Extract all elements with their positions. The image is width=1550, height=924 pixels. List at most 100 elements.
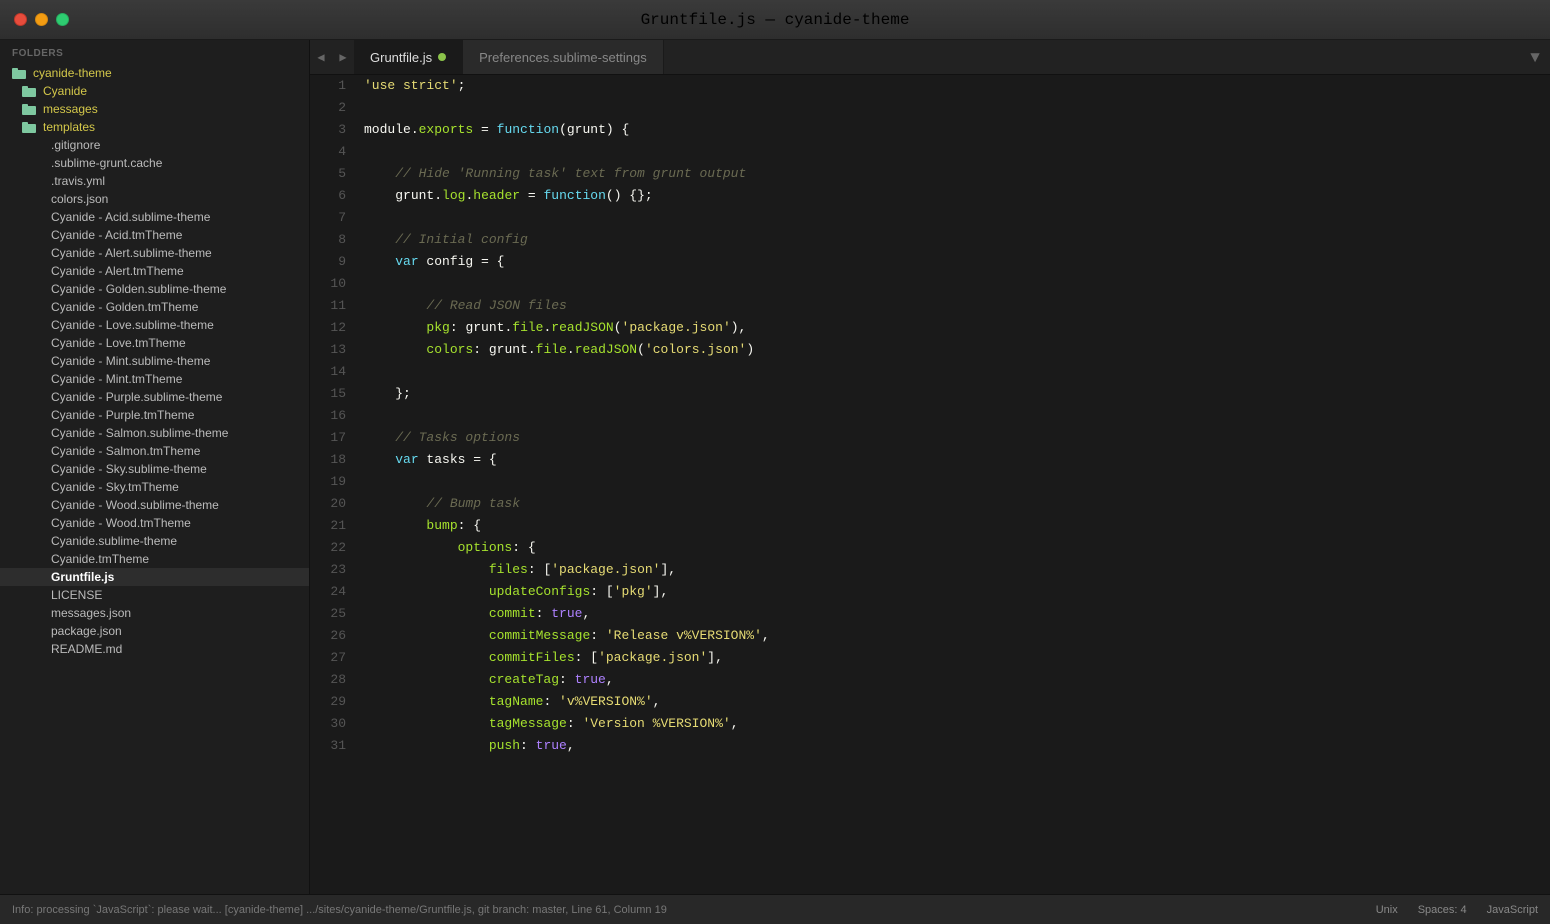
code-editor[interactable]: 1234567891011121314151617181920212223242… [310,75,1550,894]
sidebar-item-messages-json[interactable]: messages.json [0,604,309,622]
statusbar-lang: JavaScript [1487,904,1538,916]
line-number: 22 [314,537,346,559]
tab-gruntfile[interactable]: Gruntfile.js [354,40,463,74]
minimize-button[interactable] [35,13,48,26]
line-number: 11 [314,295,346,317]
line-number: 20 [314,493,346,515]
sidebar-item-Cyanide[interactable]: Cyanide [0,82,309,100]
sidebar-item-cyanide-purple-tm[interactable]: Cyanide - Purple.tmTheme [0,406,309,424]
code-line [360,471,1550,493]
sidebar-item-label: LICENSE [51,588,102,602]
code-line: commitMessage: 'Release v%VERSION%', [360,625,1550,647]
line-number: 31 [314,735,346,757]
line-numbers: 1234567891011121314151617181920212223242… [310,75,360,894]
line-number: 10 [314,273,346,295]
sidebar-item-label: Cyanide - Mint.tmTheme [51,372,182,386]
sidebar-item-label: Cyanide - Sky.sublime-theme [51,462,207,476]
sidebar-item-label: package.json [51,624,122,638]
sidebar-item-readme-md[interactable]: README.md [0,640,309,658]
sidebar-item-cyanide-wood-tm[interactable]: Cyanide - Wood.tmTheme [0,514,309,532]
sidebar-item-cyanide-sky-sublime[interactable]: Cyanide - Sky.sublime-theme [0,460,309,478]
line-number: 17 [314,427,346,449]
sidebar-item-cyanide-golden-tm[interactable]: Cyanide - Golden.tmTheme [0,298,309,316]
maximize-button[interactable] [56,13,69,26]
tab-next-button[interactable]: ▶ [332,40,354,74]
sidebar-item-label: Cyanide - Purple.sublime-theme [51,390,222,404]
sidebar-items: cyanide-theme Cyanide messages templates… [0,64,309,658]
sidebar-item-label: messages.json [51,606,131,620]
code-line: // Read JSON files [360,295,1550,317]
sidebar-item-cyanide-salmon-tm[interactable]: Cyanide - Salmon.tmTheme [0,442,309,460]
sidebar-item-messages[interactable]: messages [0,100,309,118]
sidebar-item-license[interactable]: LICENSE [0,586,309,604]
sidebar-item-package-json[interactable]: package.json [0,622,309,640]
sidebar-item-cyanide-acid-sublime[interactable]: Cyanide - Acid.sublime-theme [0,208,309,226]
sidebar-item-cyanide-salmon-sublime[interactable]: Cyanide - Salmon.sublime-theme [0,424,309,442]
sidebar-item-sublime-grunt-cache[interactable]: .sublime-grunt.cache [0,154,309,172]
code-line: var tasks = { [360,449,1550,471]
sidebar-item-gitignore[interactable]: .gitignore [0,136,309,154]
line-number: 6 [314,185,346,207]
code-line [360,273,1550,295]
code-line [360,405,1550,427]
code-line: push: true, [360,735,1550,757]
sidebar-item-travis-yml[interactable]: .travis.yml [0,172,309,190]
sidebar-item-label: Cyanide - Acid.tmTheme [51,228,182,242]
tab-prev-button[interactable]: ◀ [310,40,332,74]
sidebar-item-colors-json[interactable]: colors.json [0,190,309,208]
sidebar-item-label: Cyanide - Golden.tmTheme [51,300,198,314]
sidebar-item-cyanide-sky-tm[interactable]: Cyanide - Sky.tmTheme [0,478,309,496]
window-controls [14,13,69,26]
line-number: 19 [314,471,346,493]
tabbar: ◀ ▶ Gruntfile.js Preferences.sublime-set… [310,40,1550,75]
sidebar: FOLDERS cyanide-theme Cyanide messages t… [0,40,310,894]
sidebar-item-cyanide-love-sublime[interactable]: Cyanide - Love.sublime-theme [0,316,309,334]
sidebar-item-cyanide-sublime[interactable]: Cyanide.sublime-theme [0,532,309,550]
tab-preferences[interactable]: Preferences.sublime-settings [463,40,664,74]
sidebar-item-cyanide-purple-sublime[interactable]: Cyanide - Purple.sublime-theme [0,388,309,406]
code-line: grunt.log.header = function() {}; [360,185,1550,207]
folder-icon [22,102,38,116]
code-line: // Tasks options [360,427,1550,449]
sidebar-item-label: Cyanide - Alert.tmTheme [51,264,184,278]
code-line: module.exports = function(grunt) { [360,119,1550,141]
sidebar-item-cyanide-theme[interactable]: cyanide-theme [0,64,309,82]
sidebar-item-cyanide-mint-sublime[interactable]: Cyanide - Mint.sublime-theme [0,352,309,370]
sidebar-item-label: .gitignore [51,138,100,152]
sidebar-item-label: Cyanide [43,84,87,98]
sidebar-item-gruntfile-js[interactable]: Gruntfile.js [0,568,309,586]
tab-preferences-label: Preferences.sublime-settings [479,50,647,65]
sidebar-item-label: Cyanide - Sky.tmTheme [51,480,179,494]
line-number: 14 [314,361,346,383]
sidebar-item-templates[interactable]: templates [0,118,309,136]
sidebar-item-label: Cyanide - Mint.sublime-theme [51,354,210,368]
line-number: 3 [314,119,346,141]
code-line: files: ['package.json'], [360,559,1550,581]
sidebar-item-cyanide-acid-tm[interactable]: Cyanide - Acid.tmTheme [0,226,309,244]
code-content[interactable]: 'use strict'; module.exports = function(g… [360,75,1550,894]
sidebar-item-cyanide-love-tm[interactable]: Cyanide - Love.tmTheme [0,334,309,352]
code-line: }; [360,383,1550,405]
sidebar-item-label: .sublime-grunt.cache [51,156,162,170]
statusbar-unix: Unix [1376,904,1398,916]
line-number: 1 [314,75,346,97]
close-button[interactable] [14,13,27,26]
sidebar-item-cyanide-tm[interactable]: Cyanide.tmTheme [0,550,309,568]
line-number: 4 [314,141,346,163]
line-number: 24 [314,581,346,603]
code-line: createTag: true, [360,669,1550,691]
sidebar-item-cyanide-mint-tm[interactable]: Cyanide - Mint.tmTheme [0,370,309,388]
sidebar-item-label: cyanide-theme [33,66,112,80]
sidebar-item-cyanide-golden-sublime[interactable]: Cyanide - Golden.sublime-theme [0,280,309,298]
folder-icon [22,84,38,98]
code-line: // Hide 'Running task' text from grunt o… [360,163,1550,185]
sidebar-item-cyanide-wood-sublime[interactable]: Cyanide - Wood.sublime-theme [0,496,309,514]
sidebar-item-cyanide-alert-tm[interactable]: Cyanide - Alert.tmTheme [0,262,309,280]
code-line: tagName: 'v%VERSION%', [360,691,1550,713]
folders-header: FOLDERS [0,40,309,64]
code-line: 'use strict'; [360,75,1550,97]
sidebar-item-label: messages [43,102,98,116]
sidebar-item-cyanide-alert-sublime[interactable]: Cyanide - Alert.sublime-theme [0,244,309,262]
tab-dropdown-button[interactable]: ▼ [1520,40,1550,75]
sidebar-item-label: Cyanide - Salmon.tmTheme [51,444,200,458]
